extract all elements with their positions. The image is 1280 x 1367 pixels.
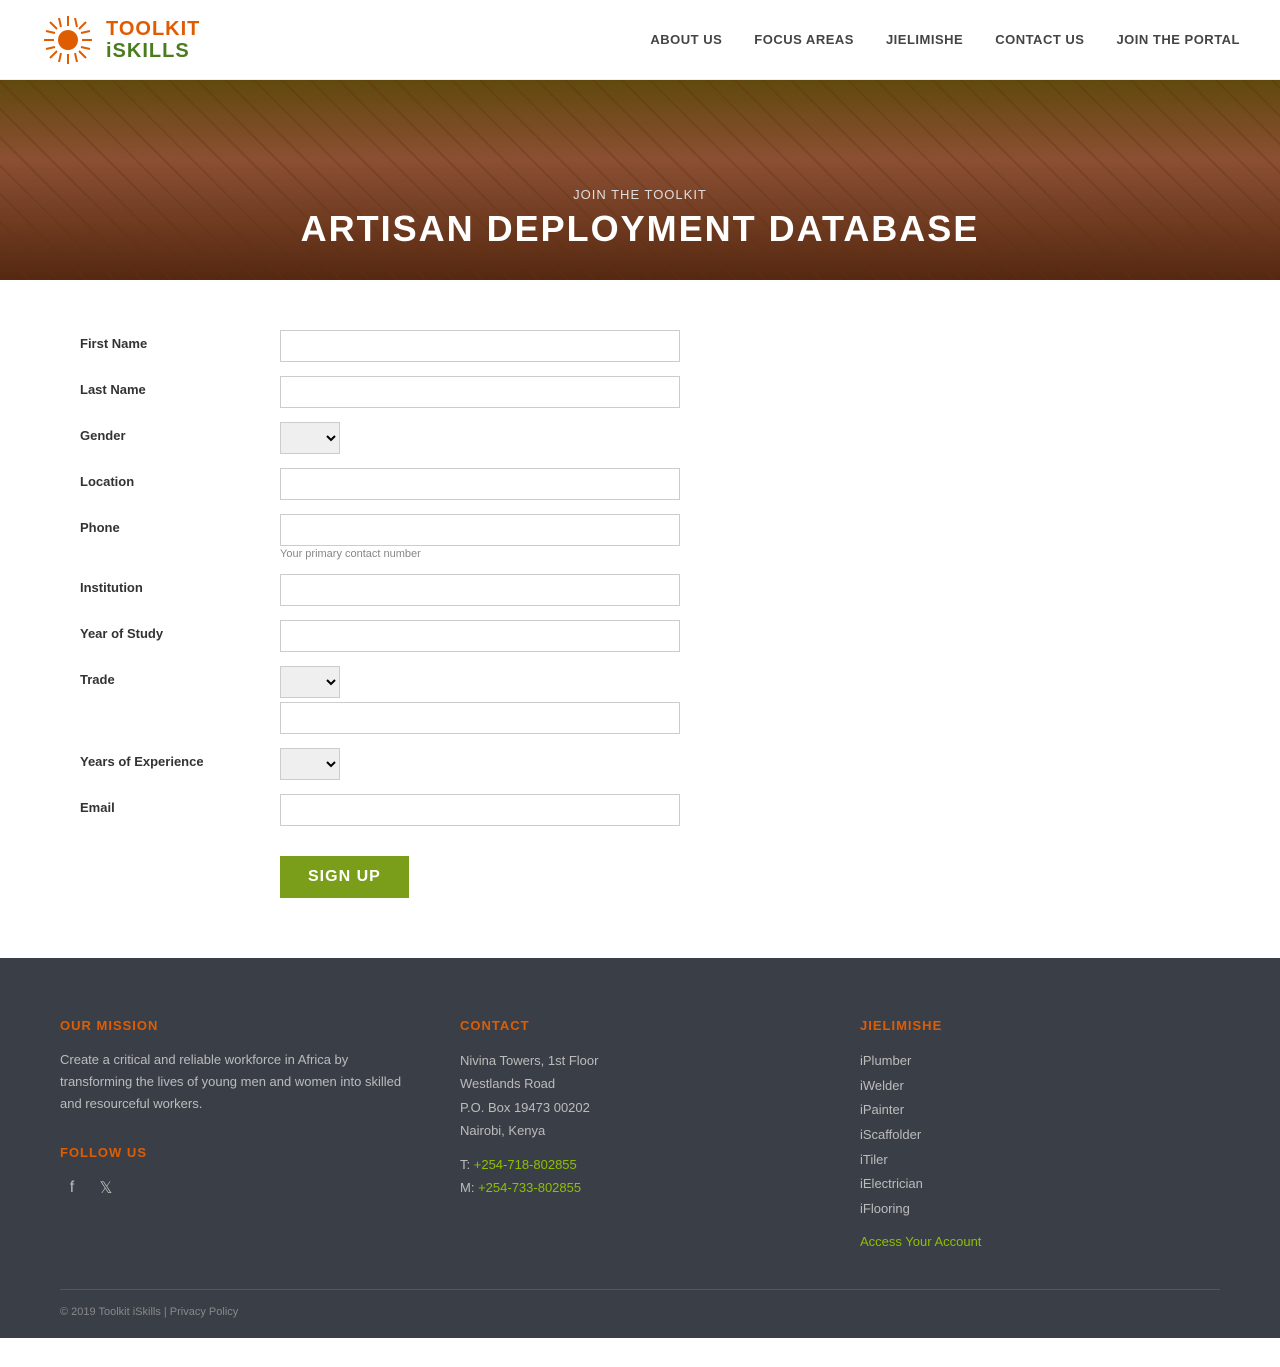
- nav-join[interactable]: JOIN THE PORTAL: [1116, 32, 1240, 47]
- nav-about[interactable]: ABOUT US: [650, 32, 722, 47]
- phone-t: T: +254-718-802855: [460, 1153, 820, 1176]
- institution-row: Institution: [80, 574, 680, 606]
- registration-form-section: First Name Last Name Gender Male Female …: [0, 280, 760, 958]
- site-header: TOOLKIT iSKILLS ABOUT US FOCUS AREAS JIE…: [0, 0, 1280, 80]
- year-study-field: [280, 620, 680, 652]
- year-study-row: Year of Study: [80, 620, 680, 652]
- list-item: iPainter: [860, 1098, 1220, 1123]
- email-field: [280, 794, 680, 826]
- list-item: iFlooring: [860, 1197, 1220, 1222]
- gender-field: Male Female: [280, 422, 680, 454]
- jielimishe-list: iPlumber iWelder iPainter iScaffolder iT…: [860, 1049, 1220, 1222]
- site-footer: OUR MISSION Create a critical and reliab…: [0, 958, 1280, 1338]
- list-item: iElectrician: [860, 1172, 1220, 1197]
- list-item: iWelder: [860, 1074, 1220, 1099]
- location-input[interactable]: [280, 468, 680, 500]
- footer-grid: OUR MISSION Create a critical and reliab…: [60, 1018, 1220, 1249]
- hero-title: ARTISAN DEPLOYMENT DATABASE: [0, 208, 1280, 250]
- location-row: Location: [80, 468, 680, 500]
- twitter-icon[interactable]: 𝕏: [94, 1176, 118, 1200]
- address-line-4: Nairobi, Kenya: [460, 1119, 820, 1142]
- institution-input[interactable]: [280, 574, 680, 606]
- first-name-input[interactable]: [280, 330, 680, 362]
- follow-us-section: FOLLOW US f 𝕏: [60, 1145, 420, 1200]
- trade-select[interactable]: iPlumber iWelder iPainter iScaffolder iT…: [280, 666, 340, 698]
- phone-m: M: +254-733-802855: [460, 1176, 820, 1199]
- location-field: [280, 468, 680, 500]
- copyright-text: © 2019 Toolkit iSkills | Privacy Policy: [60, 1306, 238, 1318]
- email-input[interactable]: [280, 794, 680, 826]
- last-name-field: [280, 376, 680, 408]
- address-line-3: P.O. Box 19473 00202: [460, 1096, 820, 1119]
- footer-mission-col: OUR MISSION Create a critical and reliab…: [60, 1018, 420, 1249]
- location-label: Location: [80, 468, 280, 489]
- phone-label: Phone: [80, 514, 280, 535]
- year-study-input[interactable]: [280, 620, 680, 652]
- phone-field: Your primary contact number: [280, 514, 680, 560]
- trade-row: Trade iPlumber iWelder iPainter iScaffol…: [80, 666, 680, 734]
- list-item: iTiler: [860, 1148, 1220, 1173]
- footer-jielimishe-col: JIELIMISHE iPlumber iWelder iPainter iSc…: [860, 1018, 1220, 1249]
- email-row: Email: [80, 794, 680, 826]
- gender-label: Gender: [80, 422, 280, 443]
- phone-t-label: T:: [460, 1157, 470, 1172]
- phone-row: Phone Your primary contact number: [80, 514, 680, 560]
- list-item: iPlumber: [860, 1049, 1220, 1074]
- mission-heading: OUR MISSION: [60, 1018, 420, 1033]
- gender-select[interactable]: Male Female: [280, 422, 340, 454]
- trade-input[interactable]: [280, 702, 680, 734]
- footer-bottom: © 2019 Toolkit iSkills | Privacy Policy: [60, 1289, 1220, 1318]
- hero-content: JOIN THE TOOLKIT ARTISAN DEPLOYMENT DATA…: [0, 187, 1280, 280]
- first-name-row: First Name: [80, 330, 680, 362]
- last-name-input[interactable]: [280, 376, 680, 408]
- phone-m-link[interactable]: +254-733-802855: [478, 1180, 581, 1195]
- years-exp-select[interactable]: 1 2 3 4 5+: [280, 748, 340, 780]
- year-study-label: Year of Study: [80, 620, 280, 641]
- phone-hint: Your primary contact number: [280, 548, 680, 560]
- last-name-row: Last Name: [80, 376, 680, 408]
- trade-label: Trade: [80, 666, 280, 687]
- hero-section: JOIN THE TOOLKIT ARTISAN DEPLOYMENT DATA…: [0, 80, 1280, 280]
- institution-field: [280, 574, 680, 606]
- contact-phones: T: +254-718-802855 M: +254-733-802855: [460, 1153, 820, 1200]
- mission-text: Create a critical and reliable workforce…: [60, 1049, 420, 1115]
- list-item: iScaffolder: [860, 1123, 1220, 1148]
- nav-focus[interactable]: FOCUS AREAS: [754, 32, 854, 47]
- nav-jielimishe[interactable]: JIELIMISHE: [886, 32, 963, 47]
- facebook-icon[interactable]: f: [60, 1176, 84, 1200]
- institution-label: Institution: [80, 574, 280, 595]
- phone-t-link[interactable]: +254-718-802855: [474, 1157, 577, 1172]
- jielimishe-heading: JIELIMISHE: [860, 1018, 1220, 1033]
- follow-heading: FOLLOW US: [60, 1145, 420, 1160]
- address-line-2: Westlands Road: [460, 1072, 820, 1095]
- email-label: Email: [80, 794, 280, 815]
- social-icons: f 𝕏: [60, 1176, 420, 1200]
- hero-subtitle: JOIN THE TOOLKIT: [0, 187, 1280, 202]
- logo-icon: [40, 12, 96, 68]
- years-exp-field: 1 2 3 4 5+: [280, 748, 680, 780]
- address-line-1: Nivina Towers, 1st Floor: [460, 1049, 820, 1072]
- phone-input[interactable]: [280, 514, 680, 546]
- logo-text: TOOLKIT iSKILLS: [106, 18, 200, 62]
- access-account-link[interactable]: Access Your Account: [860, 1234, 1220, 1249]
- first-name-field: [280, 330, 680, 362]
- logo[interactable]: TOOLKIT iSKILLS: [40, 12, 200, 68]
- last-name-label: Last Name: [80, 376, 280, 397]
- signup-button[interactable]: SIGN UP: [280, 856, 409, 898]
- trade-field: iPlumber iWelder iPainter iScaffolder iT…: [280, 666, 680, 734]
- contact-heading: CONTACT: [460, 1018, 820, 1033]
- gender-row: Gender Male Female: [80, 422, 680, 454]
- nav-contact[interactable]: CONTACT US: [995, 32, 1084, 47]
- years-exp-label: Years of Experience: [80, 748, 280, 769]
- years-exp-row: Years of Experience 1 2 3 4 5+: [80, 748, 680, 780]
- first-name-label: First Name: [80, 330, 280, 351]
- phone-m-label: M:: [460, 1180, 474, 1195]
- main-nav: ABOUT US FOCUS AREAS JIELIMISHE CONTACT …: [650, 32, 1240, 47]
- footer-contact-col: CONTACT Nivina Towers, 1st Floor Westlan…: [460, 1018, 820, 1249]
